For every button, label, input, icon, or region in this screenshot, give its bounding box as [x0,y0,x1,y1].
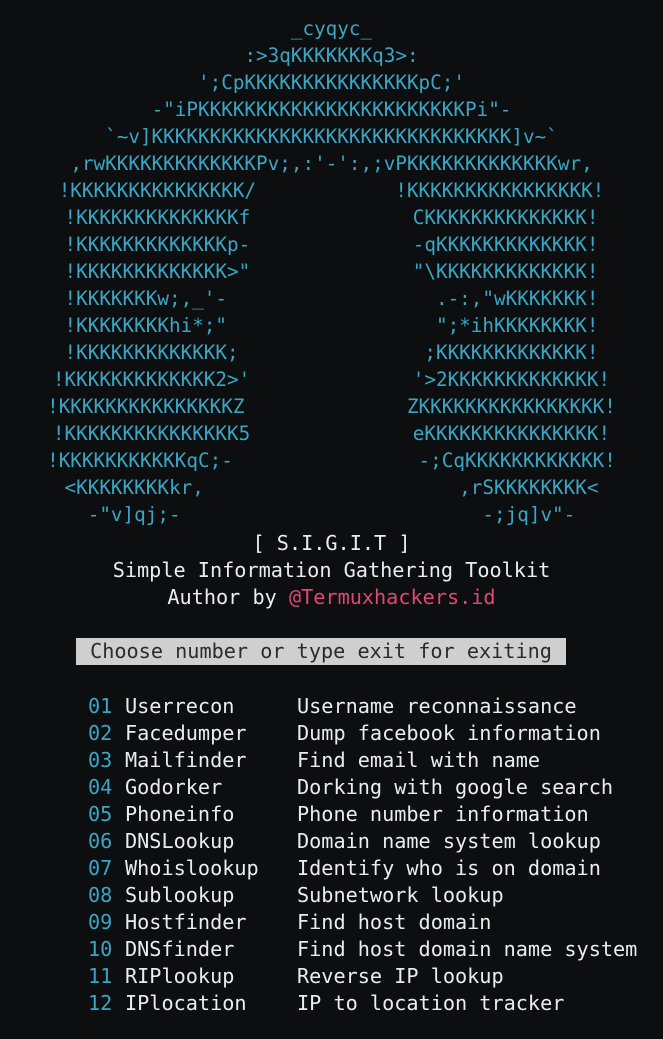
banner-art-line: !KKKKKKKKKKKKK>" "\KKKKKKKKKKKKK! [64,260,599,283]
banner-art-line: <KKKKKKKKkr, ,rSKKKKKKKK< [64,476,599,499]
menu-item[interactable]: 06 DNSLookup Domain name system lookup [0,828,663,855]
menu-description: IP to location tracker [297,991,565,1015]
menu-tool-name: Facedumper [125,721,247,745]
menu-tool-name: Phoneinfo [125,802,235,826]
banner-art-line: -"v]qj;- -;jq]v"- [87,503,576,526]
banner-art-line: ';CpKKKKKKKKKKKKKKKpC;' [198,71,465,94]
menu-item[interactable]: 09 Hostfinder Find host domain [0,909,663,936]
banner-art-line: !KKKKKKKKKKKqC;- -;CqKKKKKKKKKKKK! [47,449,616,472]
menu-item[interactable]: 11 RIPlookup Reverse IP lookup [0,963,663,990]
banner-art-line: `~v]KKKKKKKKKKKKKKKKKKKKKKKKKKKKKKK]v~` [105,125,558,148]
menu-description: Dorking with google search [297,775,614,799]
menu-number: 12 [88,991,113,1015]
banner-art-line: !KKKKKKKKKKKKKp- -qKKKKKKKKKKKKK! [64,233,599,256]
banner-art-line: !KKKKKKKKKKKKKKK5 eKKKKKKKKKKKKKKK! [52,422,611,445]
menu-item[interactable]: 07 Whoislookup Identify who is on domain [0,855,663,882]
menu-number: 01 [88,694,113,718]
menu-number: 08 [88,883,113,907]
prompt-bar: Choose number or type exit for exiting [76,638,566,665]
menu-number: 11 [88,964,113,988]
menu-item[interactable]: 03 Mailfinder Find email with name [0,747,663,774]
menu-description: Dump facebook information [297,721,601,745]
menu-number: 04 [88,775,113,799]
menu-item[interactable]: 04 Godorker Dorking with google search [0,774,663,801]
menu-tool-name: RIPlookup [125,964,235,988]
banner-art-line: -"iPKKKKKKKKKKKKKKKKKKKKKKKPi"- [151,98,512,121]
menu-number: 05 [88,802,113,826]
menu-tool-name: DNSLookup [125,829,235,853]
menu-tool-name: Mailfinder [125,748,247,772]
terminal-screen: _cyqyc_ :>3qKKKKKKKq3>: ';CpKKKKKKKKKKKK… [0,0,663,1039]
banner-art-line: !KKKKKKKw;,_'- .-:,"wKKKKKKK! [64,287,599,310]
tool-subtitle: Simple Information Gathering Toolkit [112,558,551,582]
menu-number: 02 [88,721,113,745]
banner-art-line: !KKKKKKKKKKKKKKK/ !KKKKKKKKKKKKKKKK! [58,179,605,202]
menu-number: 07 [88,856,113,880]
menu-number: 06 [88,829,113,853]
menu-number: 03 [88,748,113,772]
tool-name: [ S.I.G.I.T ] [252,531,411,555]
banner-art-line: !KKKKKKKKKKKKKKKZ ZKKKKKKKKKKKKKKKK! [47,395,616,418]
menu-number: 09 [88,910,113,934]
banner-art-line: !KKKKKKKKhi*;" ";*ihKKKKKKKK! [64,314,599,337]
menu-tool-name: Whoislookup [125,856,259,880]
banner-art-line: _cyqyc_ [290,17,373,40]
menu-item[interactable]: 01 Userrecon Username reconnaissance [0,693,663,720]
menu-description: Subnetwork lookup [297,883,504,907]
menu-tool-name: IPlocation [125,991,247,1015]
menu-item[interactable]: 12 IPlocation IP to location tracker [0,990,663,1017]
menu-description: Username reconnaissance [297,694,577,718]
banner-art-line: !KKKKKKKKKKKKK; ;KKKKKKKKKKKKK! [64,341,599,364]
menu-number: 10 [88,937,113,961]
menu-item[interactable]: 02 Facedumper Dump facebook information [0,720,663,747]
menu-item[interactable]: 05 Phoneinfo Phone number information [0,801,663,828]
banner-art-line: :>3qKKKKKKKq3>: [244,44,419,67]
banner-art-line: !KKKKKKKKKKKKK2>' '>2KKKKKKKKKKKKK! [52,368,611,391]
menu-description: Find email with name [297,748,541,772]
menu-description: Domain name system lookup [297,829,601,853]
menu-tool-name: Userrecon [125,694,235,718]
menu-description: Phone number information [297,802,589,826]
menu-item[interactable]: 10 DNSfinder Find host domain name system [0,936,663,963]
menu-tool-name: Godorker [125,775,223,799]
author-prefix: Author by [167,585,289,609]
menu-tool-name: Hostfinder [125,910,247,934]
menu-description: Identify who is on domain [297,856,601,880]
banner-art-line: ,rwKKKKKKKKKKKKKPv;,:'-':,;vPKKKKKKKKKKK… [70,152,593,175]
banner-art-line: !KKKKKKKKKKKKKKf CKKKKKKKKKKKKKK! [64,206,599,229]
menu-description: Reverse IP lookup [297,964,504,988]
menu-tool-name: DNSfinder [125,937,235,961]
menu-description: Find host domain [297,910,492,934]
menu-description: Find host domain name system [297,937,638,961]
author-line: Author by @Termuxhackers.id [0,584,663,611]
menu-item[interactable]: 08 Sublookup Subnetwork lookup [0,882,663,909]
author-handle: @Termuxhackers.id [288,585,496,609]
menu-tool-name: Sublookup [125,883,235,907]
